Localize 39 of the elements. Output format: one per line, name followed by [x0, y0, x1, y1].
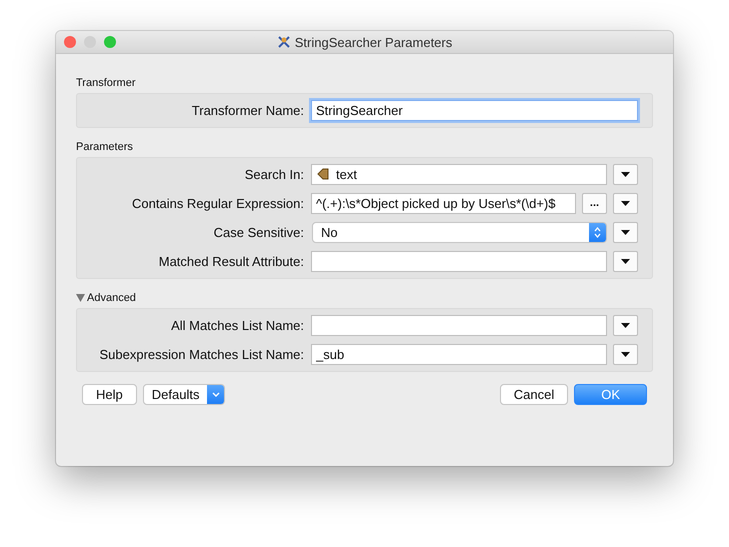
section-title: Advanced	[87, 292, 136, 304]
dropdown-icon	[621, 259, 630, 264]
section-title: Parameters	[76, 141, 133, 153]
disclosure-icon[interactable]	[76, 294, 85, 302]
text-field[interactable]: ^(.+):\s*Object picked up by User\s*(\d+)$	[311, 193, 576, 214]
field-label: Contains Regular Expression:	[131, 196, 304, 211]
field-label: Transformer Name:	[190, 103, 304, 118]
menu-button[interactable]	[613, 222, 638, 243]
menu-button[interactable]	[613, 344, 638, 365]
defaults-button[interactable]: Defaults	[142, 384, 226, 405]
tools-icon	[276, 35, 291, 49]
field-label: All Matches List Name:	[170, 318, 304, 333]
menu-button[interactable]	[613, 193, 638, 214]
text-field[interactable]	[311, 315, 607, 336]
section-title: Transformer	[76, 77, 136, 89]
text-field[interactable]: text	[311, 164, 607, 185]
text-field[interactable]: StringSearcher	[311, 100, 638, 121]
menu-button[interactable]	[613, 251, 638, 272]
field-label: Subexpression Matches List Name:	[98, 347, 304, 362]
dropdown-icon	[621, 352, 630, 357]
help-button[interactable]: Help	[82, 384, 137, 405]
text-field[interactable]: _sub	[311, 344, 607, 365]
stepper-icon	[594, 227, 601, 238]
menu-button[interactable]	[613, 164, 638, 185]
dropdown-icon	[621, 323, 630, 328]
ellipsis-button[interactable]: ...	[582, 193, 607, 214]
dropdown-icon	[621, 172, 630, 177]
window-title: StringSearcher Parameters	[294, 34, 452, 50]
chevron-icon	[212, 392, 220, 397]
field-label: Search In:	[244, 167, 304, 182]
menu-button[interactable]	[613, 315, 638, 336]
case-select[interactable]: No	[312, 222, 607, 243]
dropdown-icon	[621, 201, 630, 206]
attribute-icon	[317, 168, 329, 180]
text-field[interactable]	[311, 251, 607, 272]
cancel-button[interactable]: Cancel	[500, 384, 568, 405]
dropdown-icon	[621, 230, 630, 235]
field-label: Case Sensitive:	[212, 225, 304, 240]
field-label: Matched Result Attribute:	[158, 254, 304, 269]
